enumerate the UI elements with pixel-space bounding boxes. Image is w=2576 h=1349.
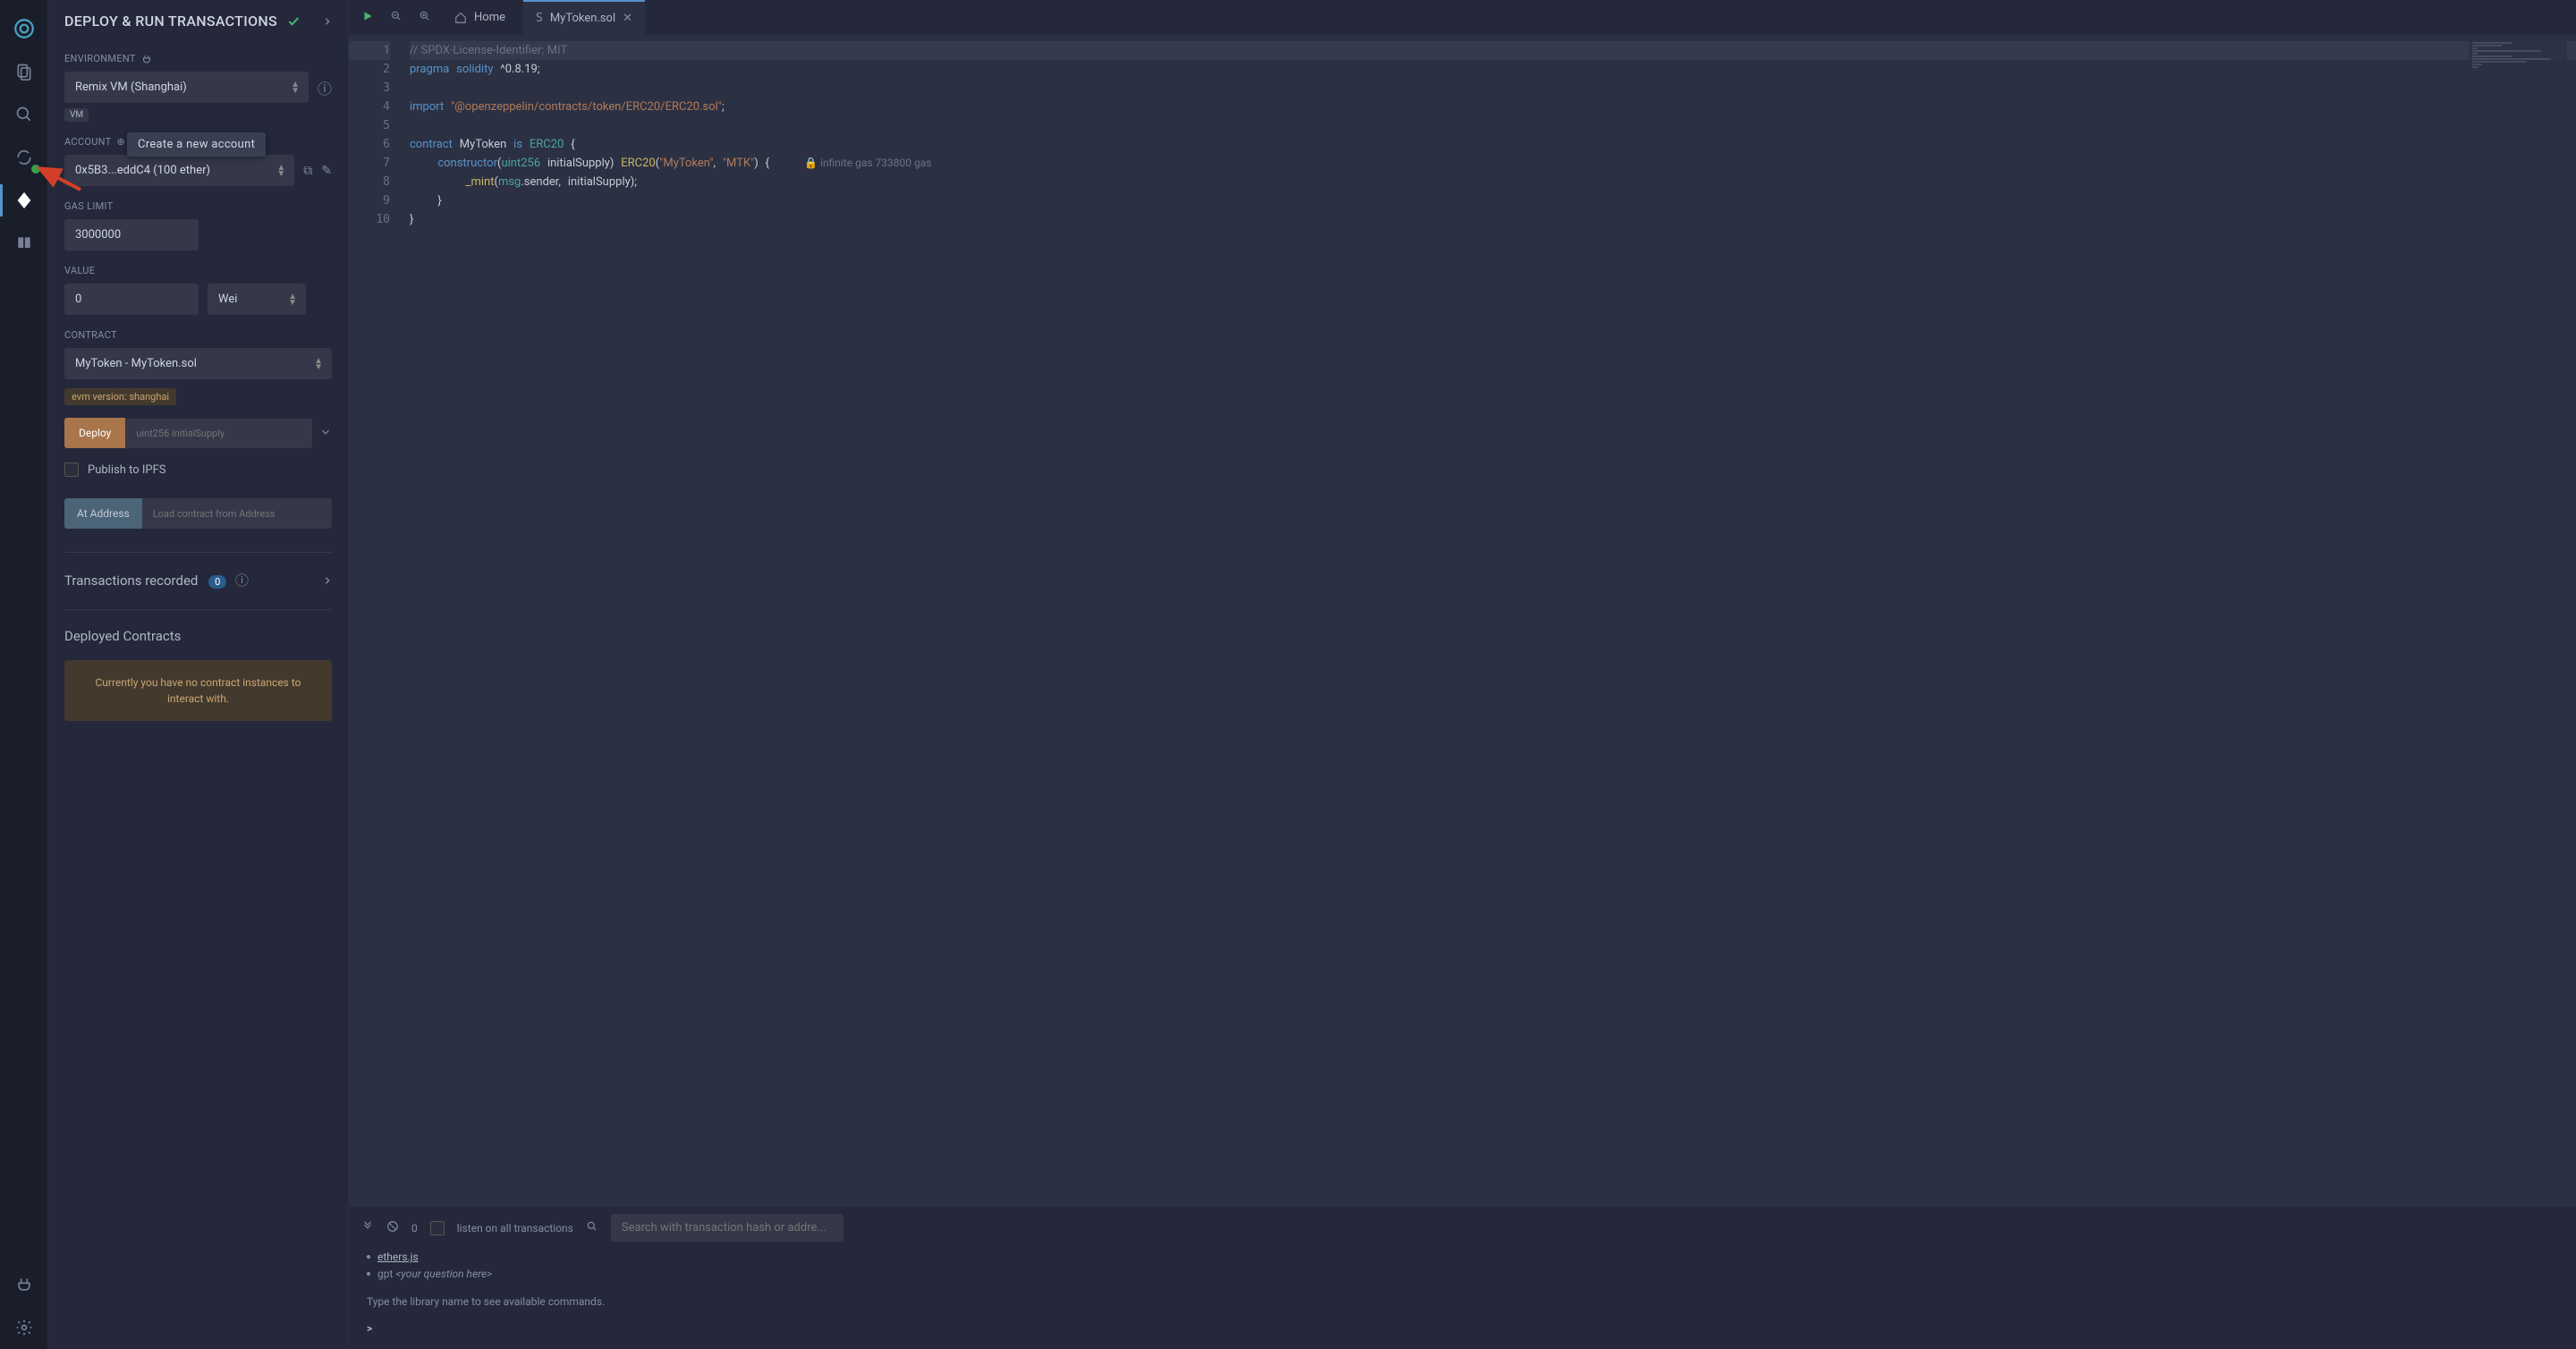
terminal-prompt[interactable]: > — [367, 1311, 2558, 1337]
chevron-right-icon[interactable] — [323, 15, 332, 28]
icon-sidebar — [0, 0, 48, 1349]
plugin-icon[interactable] — [8, 1268, 40, 1301]
terminal-collapse-icon[interactable] — [361, 1220, 374, 1235]
no-contract-message: Currently you have no contract instances… — [64, 660, 332, 721]
home-icon — [454, 12, 467, 24]
value-label: VALUE — [64, 265, 332, 276]
edit-account-icon[interactable]: ✎ — [321, 164, 332, 178]
search-icon[interactable] — [8, 98, 40, 131]
gas-limit-label: GAS LIMIT — [64, 200, 332, 212]
close-tab-icon[interactable]: ✕ — [623, 12, 632, 25]
run-icon[interactable] — [356, 9, 379, 26]
add-account-icon[interactable]: ⊕ — [117, 136, 126, 148]
gas-limit-input[interactable] — [64, 219, 199, 250]
contract-label: CONTRACT — [64, 329, 332, 341]
environment-label: ENVIRONMENT — [64, 53, 136, 64]
env-info-icon[interactable]: ⓘ — [318, 77, 332, 98]
terminal-search-input[interactable] — [611, 1214, 843, 1242]
deploy-expand-icon[interactable] — [319, 425, 332, 442]
transactions-chevron-icon[interactable] — [323, 574, 332, 587]
terminal-panel: 0 listen on all transactions ethers.js g… — [349, 1206, 2576, 1349]
tab-file[interactable]: S MyToken.sol ✕ — [523, 0, 645, 35]
deploy-run-panel: DEPLOY & RUN TRANSACTIONS ENVIRONMENT Re… — [48, 0, 349, 1349]
tab-home[interactable]: Home — [442, 0, 518, 35]
file-explorer-icon[interactable] — [8, 55, 40, 88]
transactions-info-icon[interactable]: ⓘ — [235, 573, 249, 589]
account-tooltip: Create a new account — [127, 132, 266, 157]
solidity-file-icon: S — [536, 12, 543, 25]
vm-badge: VM — [64, 108, 89, 122]
minimap[interactable] — [2469, 41, 2567, 122]
copy-account-icon[interactable]: ⧉ — [303, 164, 312, 178]
terminal-clear-icon[interactable] — [386, 1220, 399, 1235]
publish-ipfs-checkbox[interactable] — [64, 462, 79, 477]
line-gutter: 12345678910 — [349, 36, 402, 1206]
evm-version-badge: evm version: shanghai — [64, 388, 176, 405]
publish-ipfs-label: Publish to IPFS — [88, 463, 166, 477]
check-icon — [286, 14, 301, 29]
at-address-button[interactable]: At Address — [64, 498, 142, 529]
contract-select[interactable]: MyToken - MyToken.sol — [64, 348, 332, 379]
environment-select[interactable]: Remix VM (Shanghai) — [64, 72, 309, 103]
plug-icon — [141, 54, 152, 64]
deploy-args-input[interactable] — [125, 419, 312, 448]
transactions-recorded-label: Transactions recorded — [64, 573, 198, 589]
value-amount-input[interactable] — [64, 284, 199, 315]
settings-icon[interactable] — [8, 1311, 40, 1344]
compiler-icon[interactable] — [8, 141, 40, 174]
remix-logo-icon[interactable] — [8, 13, 40, 45]
transactions-count-badge: 0 — [208, 575, 226, 589]
terminal-output: ethers.js gpt <your question here> Type … — [349, 1249, 2576, 1349]
pending-tx-count: 0 — [411, 1222, 418, 1234]
terminal-search-icon[interactable] — [586, 1220, 598, 1235]
book-icon[interactable] — [8, 227, 40, 259]
deploy-button[interactable]: Deploy — [64, 418, 125, 448]
listen-label: listen on all transactions — [457, 1222, 573, 1234]
main-area: Home S MyToken.sol ✕ 12345678910 // SPDX… — [349, 0, 2576, 1349]
panel-title: DEPLOY & RUN TRANSACTIONS — [64, 13, 277, 30]
listen-checkbox[interactable] — [430, 1221, 445, 1235]
value-unit-select[interactable]: Wei — [208, 284, 306, 315]
deployed-contracts-label: Deployed Contracts — [64, 609, 332, 644]
ethers-link[interactable]: ethers.js — [377, 1251, 419, 1263]
zoom-in-icon[interactable] — [413, 9, 436, 26]
zoom-out-icon[interactable] — [385, 9, 408, 26]
code-content: // SPDX-License-Identifier: MITpragma so… — [402, 36, 2576, 1206]
account-select[interactable]: 0x5B3...eddC4 (100 ether) — [64, 155, 294, 186]
deploy-run-icon[interactable] — [8, 184, 40, 216]
account-label: ACCOUNT — [64, 136, 112, 148]
code-editor[interactable]: 12345678910 // SPDX-License-Identifier: … — [349, 36, 2576, 1206]
tab-bar: Home S MyToken.sol ✕ — [349, 0, 2576, 36]
at-address-input[interactable] — [142, 498, 332, 529]
